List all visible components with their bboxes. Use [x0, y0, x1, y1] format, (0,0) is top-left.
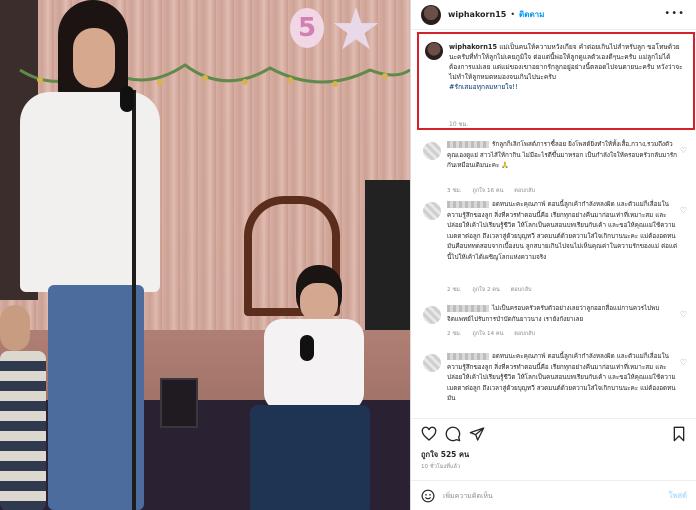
caption-highlight-box: wiphakorn15 แม่เป็นคนให้ความหวังเกียจ คำ…	[417, 32, 695, 130]
comment-text-block: ไม่เป็นครอบครัวครับตัวอย่างเลยว่าลูกออกส…	[447, 304, 679, 325]
child-microphone	[300, 335, 314, 361]
comment-like-heart-icon[interactable]: ♡	[680, 358, 687, 367]
comment-meta: 2 ชม. ถูกใจ 2 คน ตอบกลับ	[447, 286, 541, 294]
author-username[interactable]: wiphakorn15	[448, 10, 506, 19]
comment-likes[interactable]: ถูกใจ 14 คน	[472, 331, 503, 337]
post-action-bar	[411, 418, 696, 448]
comment-username-blurred[interactable]	[447, 140, 489, 148]
comment-input[interactable]	[443, 487, 643, 505]
comment-reply-link[interactable]: ตอบกลับ	[514, 331, 535, 337]
toddler-body	[0, 351, 46, 510]
follow-button[interactable]: ติดตาม	[519, 8, 544, 21]
comment-like-heart-icon[interactable]: ♡	[680, 206, 687, 215]
post-side-panel: wiphakorn15 • ติดตาม ••• wiphakorn15 แม่…	[410, 0, 696, 510]
comment-text-block: อดทนนะคะคุณภาพ์ ตอนนี้ลูกเค้ากำลังหลงผิด…	[447, 200, 679, 263]
singer-jeans	[48, 285, 144, 510]
heart-icon[interactable]	[421, 426, 437, 442]
post-like-count[interactable]: ถูกใจ 525 คน	[421, 449, 469, 461]
more-options-icon[interactable]: •••	[664, 8, 685, 19]
comment-username-blurred[interactable]	[447, 200, 489, 208]
photo-toddler	[0, 305, 48, 510]
comment-username-blurred[interactable]	[447, 352, 489, 360]
comment-icon[interactable]	[445, 426, 461, 442]
caption-author-avatar[interactable]	[425, 42, 443, 60]
comment-text-block: อดทนนะคะคุณภาพ์ ตอนนี้ลูกเค้ากำลังหลงผิด…	[447, 352, 679, 405]
comment-username-blurred[interactable]	[447, 304, 489, 312]
caption-username[interactable]: wiphakorn15	[449, 43, 497, 51]
child-face	[300, 283, 338, 321]
comment-body: อดทนนะคะคุณภาพ์ ตอนนี้ลูกเค้ากำลังหลงผิด…	[447, 353, 676, 402]
caption-text-block: wiphakorn15 แม่เป็นคนให้ความหวังเกียจ คำ…	[449, 42, 687, 92]
comment-text-block: รักลูกก็เลิกโพสต์ภาราซี้ลอย ยิ่งโพสต์ยิ่…	[447, 140, 679, 172]
photo-child-singer	[250, 265, 370, 510]
caption-timestamp: 10 ชม.	[449, 121, 469, 128]
photo-star-decoration: ★	[330, 0, 382, 63]
post-photo[interactable]: 5 ★	[0, 0, 410, 510]
toddler-head	[0, 305, 30, 351]
comment-likes[interactable]: ถูกใจ 16 คน	[472, 188, 503, 194]
child-pants	[250, 405, 370, 510]
comment-avatar-blurred[interactable]	[423, 142, 441, 160]
post-date: 10 ชั่วโมงที่แล้ว	[421, 464, 461, 470]
add-comment-bar: โพสต์	[411, 480, 696, 510]
bookmark-icon[interactable]	[671, 426, 687, 442]
post-header: wiphakorn15 • ติดตาม •••	[411, 0, 696, 30]
comment-time: 2 ชม.	[447, 331, 462, 337]
comment-time: 3 ชม.	[447, 188, 462, 194]
author-avatar[interactable]	[421, 4, 441, 25]
comment-meta: 3 ชม. ถูกใจ 16 คน ตอบกลับ	[447, 187, 544, 195]
comment-likes[interactable]: ถูกใจ 2 คน	[472, 287, 499, 293]
singer-microphone	[120, 86, 134, 112]
comment-body: อดทนนะคะคุณภาพ์ ตอนนี้ลูกเค้ากำลังหลงผิด…	[447, 201, 678, 261]
comments-list[interactable]: รักลูกก็เลิกโพสต์ภาราซี้ลอย ยิ่งโพสต์ยิ่…	[411, 134, 696, 414]
mic-stand	[132, 90, 136, 510]
singer-shirt	[20, 92, 160, 292]
singer-face	[73, 28, 115, 88]
comment-like-heart-icon[interactable]: ♡	[680, 146, 687, 155]
header-separator-dot: •	[510, 10, 516, 19]
post-comment-button[interactable]: โพสต์	[669, 490, 687, 502]
emoji-icon[interactable]	[421, 489, 435, 503]
comment-avatar-blurred[interactable]	[423, 354, 441, 372]
share-icon[interactable]	[469, 426, 485, 442]
comment-meta: 2 ชม. ถูกใจ 14 คน ตอบกลับ	[447, 330, 544, 338]
photo-speaker	[365, 180, 410, 330]
comment-avatar-blurred[interactable]	[423, 306, 441, 324]
comment-time: 2 ชม.	[447, 287, 462, 293]
comment-reply-link[interactable]: ตอบกลับ	[514, 188, 535, 194]
comment-like-heart-icon[interactable]: ♡	[680, 310, 687, 319]
photo-number-balloon: 5	[290, 8, 324, 48]
comment-reply-link[interactable]: ตอบกลับ	[511, 287, 532, 293]
child-shirt	[264, 319, 364, 411]
comment-avatar-blurred[interactable]	[423, 202, 441, 220]
caption-hashtag[interactable]: #รักเสมอทุกลมหายใจ!!	[449, 83, 518, 91]
